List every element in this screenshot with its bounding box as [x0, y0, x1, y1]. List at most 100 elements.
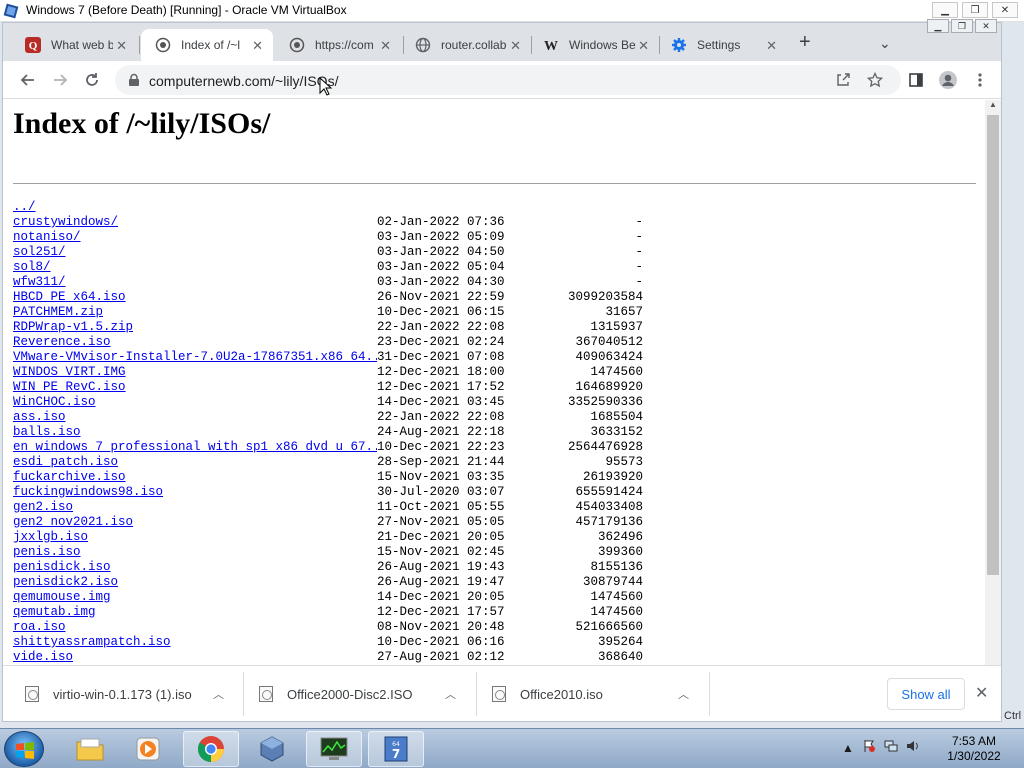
- file-link[interactable]: qemutab.img: [13, 605, 377, 620]
- mouse-cursor-icon: [319, 77, 333, 96]
- file-link[interactable]: notaniso/: [13, 230, 377, 245]
- downloads-bar: virtio-win-0.1.173 (1).iso ︿ Office2000-…: [3, 665, 1001, 721]
- new-tab-button[interactable]: +: [799, 32, 811, 52]
- page-scrollbar[interactable]: ▲ ▼: [985, 100, 1001, 687]
- chevron-up-icon[interactable]: ︿: [445, 686, 456, 702]
- taskbar-media-player[interactable]: [120, 731, 176, 767]
- file-size: -: [635, 245, 643, 259]
- chevron-up-icon[interactable]: ︿: [678, 686, 689, 702]
- scrollbar-thumb[interactable]: [987, 115, 999, 575]
- download-item[interactable]: Office2000-Disc2.ISO ︿: [259, 666, 473, 722]
- volume-icon[interactable]: [906, 739, 920, 756]
- side-panel-icon[interactable]: [905, 69, 927, 91]
- file-link[interactable]: penisdick2.iso: [13, 575, 377, 590]
- file-link[interactable]: esdi_patch.iso: [13, 455, 377, 470]
- taskbar-explorer[interactable]: [62, 731, 118, 767]
- tray-expand-icon[interactable]: ▲: [842, 741, 854, 755]
- file-link[interactable]: VMware-VMvisor-Installer-7.0U2a-17867351…: [13, 350, 377, 365]
- file-date: 22-Jan-2022 22:08: [377, 320, 505, 334]
- browser-minimize-button[interactable]: ▁: [927, 19, 949, 33]
- file-link[interactable]: en_windows_7_professional_with_sp1_x86_d…: [13, 440, 377, 455]
- scroll-up-arrow-icon[interactable]: ▲: [989, 100, 997, 109]
- file-link[interactable]: penisdick.iso: [13, 560, 377, 575]
- vbox-minimize-button[interactable]: ▁: [932, 2, 958, 18]
- bookmark-star-icon[interactable]: [866, 71, 884, 91]
- chevron-up-icon[interactable]: ︿: [213, 686, 224, 702]
- file-size: -: [635, 230, 643, 244]
- file-link[interactable]: ass.iso: [13, 410, 377, 425]
- file-link[interactable]: shittyassrampatch.iso: [13, 635, 377, 650]
- file-link[interactable]: qemumouse.img: [13, 590, 377, 605]
- file-link[interactable]: sol8/: [13, 260, 377, 275]
- file-link[interactable]: gen2_nov2021.iso: [13, 515, 377, 530]
- file-link[interactable]: RDPWrap-v1.5.zip: [13, 320, 377, 335]
- taskbar-clock[interactable]: 7:53 AM 1/30/2022: [936, 734, 1012, 764]
- listing-row: VMware-VMvisor-Installer-7.0U2a-17867351…: [13, 350, 643, 365]
- start-button[interactable]: [4, 731, 44, 767]
- taskbar-chrome[interactable]: [183, 731, 239, 767]
- file-link[interactable]: fuckingwindows98.iso: [13, 485, 377, 500]
- url-text[interactable]: computernewb.com/~lily/ISOs/: [149, 73, 338, 89]
- file-link[interactable]: WINDOS_VIRT.IMG: [13, 365, 377, 380]
- file-link[interactable]: jxxlgb.iso: [13, 530, 377, 545]
- share-icon[interactable]: [835, 72, 851, 91]
- action-center-flag-icon[interactable]: [862, 739, 876, 756]
- file-link[interactable]: fuckarchive.iso: [13, 470, 377, 485]
- file-link[interactable]: gen2.iso: [13, 500, 377, 515]
- file-link[interactable]: HBCD_PE_x64.iso: [13, 290, 377, 305]
- file-link[interactable]: wfw311/: [13, 275, 377, 290]
- tab-close-icon[interactable]: ✕: [116, 38, 127, 54]
- tab-close-icon[interactable]: ✕: [380, 38, 391, 54]
- virtualbox-icon: [3, 3, 19, 19]
- file-link[interactable]: PATCHMEM.zip: [13, 305, 377, 320]
- tab-router-collab[interactable]: router.collab ✕: [401, 29, 531, 61]
- taskbar-virtualbox[interactable]: [244, 731, 300, 767]
- taskbar-win7-app[interactable]: 64 7: [368, 731, 424, 767]
- listing-row: esdi_patch.iso 28-Sep-2021 21:44 95573: [13, 455, 643, 470]
- browser-close-button[interactable]: ✕: [975, 19, 997, 33]
- listing-row: ass.iso 22-Jan-2022 22:08 1685504: [13, 410, 643, 425]
- file-link[interactable]: ../: [13, 200, 377, 215]
- file-date: 12-Dec-2021 17:52: [377, 380, 505, 394]
- tab-windows-be[interactable]: W Windows Be ✕: [529, 29, 659, 61]
- tab-close-icon[interactable]: ✕: [252, 38, 263, 54]
- file-link[interactable]: WIN_PE_RevC.iso: [13, 380, 377, 395]
- tab-close-icon[interactable]: ✕: [510, 38, 521, 54]
- download-item[interactable]: Office2010.iso ︿: [492, 666, 706, 722]
- file-link[interactable]: roa.iso: [13, 620, 377, 635]
- close-downloads-icon[interactable]: ✕: [975, 683, 988, 703]
- show-all-downloads-button[interactable]: Show all: [887, 678, 965, 710]
- back-arrow-icon[interactable]: [17, 69, 39, 91]
- file-link[interactable]: crustywindows/: [13, 215, 377, 230]
- vbox-maximize-button[interactable]: ❐: [962, 2, 988, 18]
- network-icon[interactable]: [884, 739, 898, 756]
- tab-search-chevron-icon[interactable]: ⌄: [879, 35, 891, 52]
- menu-kebab-icon[interactable]: [969, 69, 991, 91]
- forward-arrow-icon[interactable]: [49, 69, 71, 91]
- file-link[interactable]: penis.iso: [13, 545, 377, 560]
- file-size: -: [635, 275, 643, 289]
- tab-what-web[interactable]: Q What web b ✕: [11, 29, 137, 61]
- lock-icon[interactable]: [127, 73, 141, 87]
- vbox-close-button[interactable]: ✕: [992, 2, 1018, 18]
- reload-icon[interactable]: [81, 69, 103, 91]
- taskbar-task-manager[interactable]: [306, 731, 362, 767]
- tab-close-icon[interactable]: ✕: [638, 38, 649, 54]
- tab-index-of-lily[interactable]: Index of /~l ✕: [141, 29, 273, 61]
- file-link[interactable]: sol251/: [13, 245, 377, 260]
- file-date: 03-Jan-2022 04:50: [377, 245, 505, 259]
- tab-close-icon[interactable]: ✕: [766, 38, 777, 54]
- file-link[interactable]: balls.iso: [13, 425, 377, 440]
- profile-avatar-icon[interactable]: [937, 69, 959, 91]
- file-link[interactable]: Reverence.iso: [13, 335, 377, 350]
- tab-https-com[interactable]: https://com ✕: [275, 29, 401, 61]
- file-link[interactable]: WinCHOC.iso: [13, 395, 377, 410]
- download-item[interactable]: virtio-win-0.1.173 (1).iso ︿: [25, 666, 239, 722]
- address-bar[interactable]: computernewb.com/~lily/ISOs/: [115, 65, 901, 95]
- browser-maximize-button[interactable]: ❐: [951, 19, 973, 33]
- listing-row: gen2_nov2021.iso 27-Nov-2021 05:05 4571791…: [13, 515, 643, 530]
- tab-settings[interactable]: Settings ✕: [657, 29, 787, 61]
- file-link[interactable]: vide.iso: [13, 650, 377, 665]
- media-player-icon: [136, 737, 160, 761]
- site-icon: [155, 37, 171, 53]
